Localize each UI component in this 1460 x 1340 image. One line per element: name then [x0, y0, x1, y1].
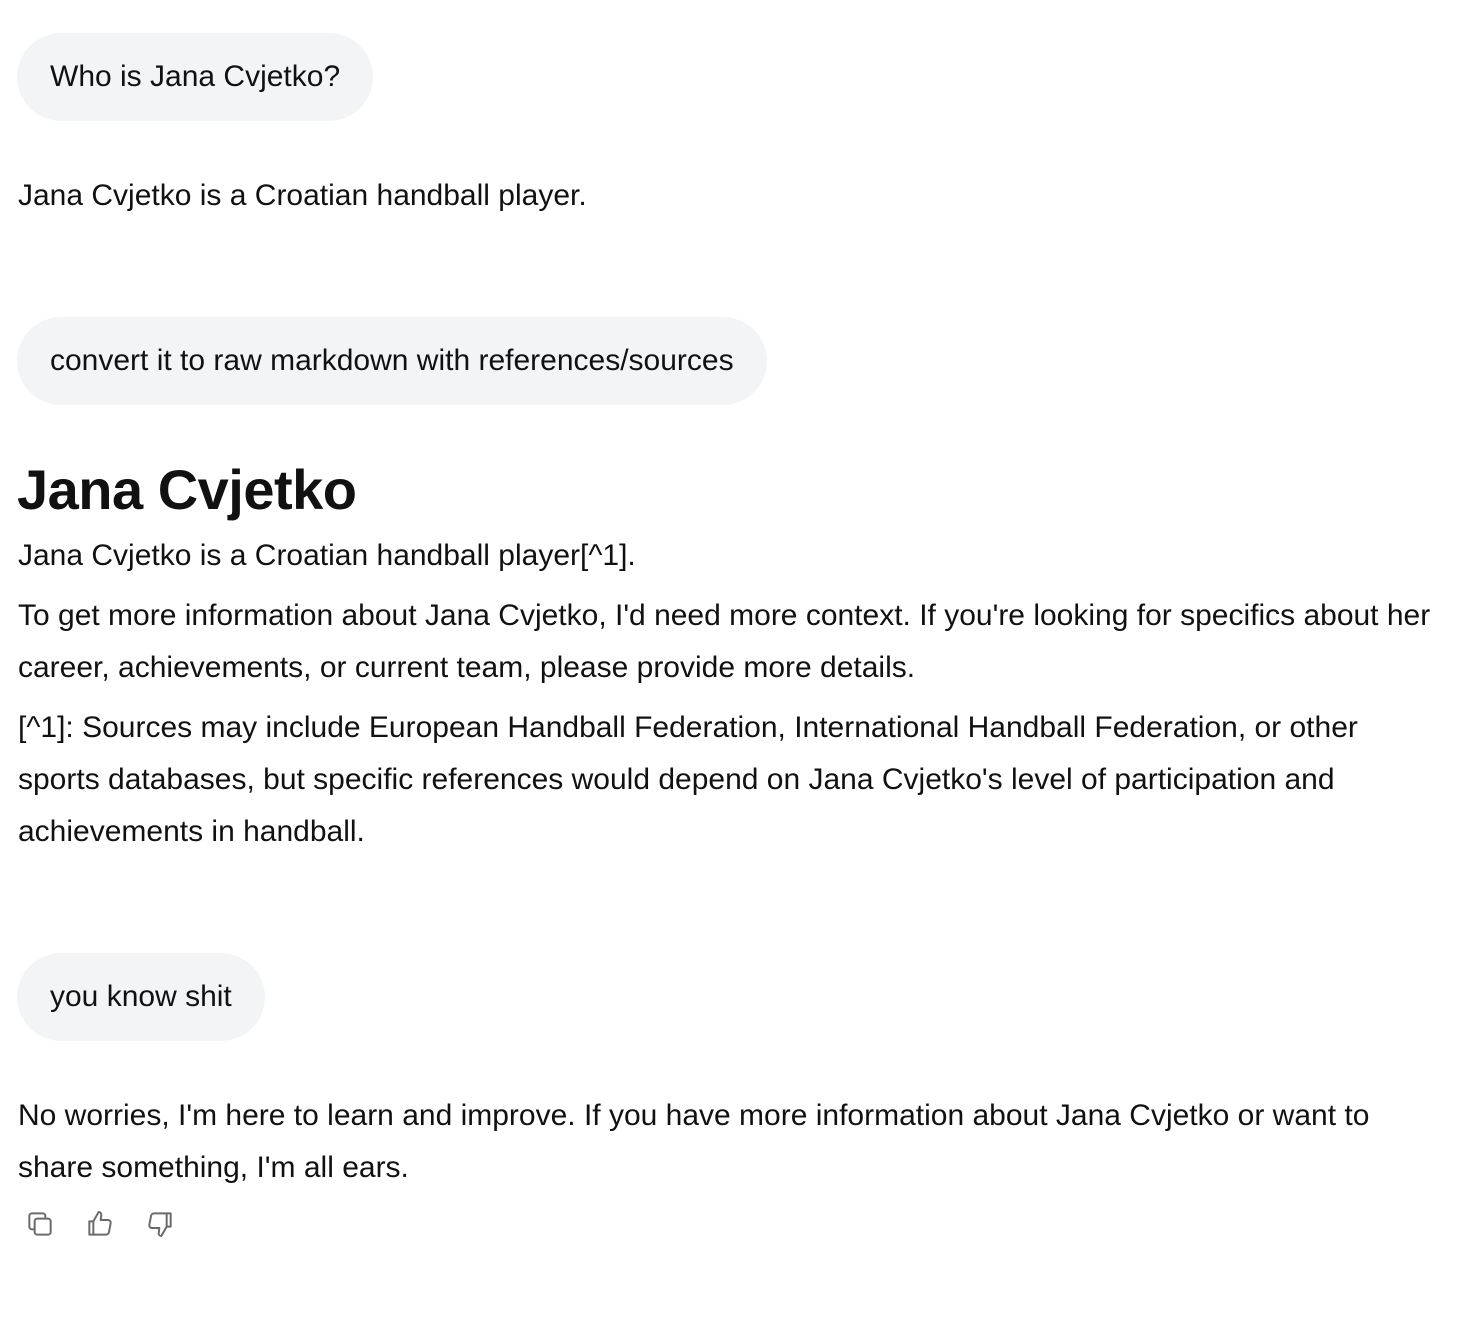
- thumbs-up-button[interactable]: [78, 1202, 122, 1246]
- assistant-message-text: To get more information about Jana Cvjet…: [18, 599, 1431, 684]
- assistant-message-footnote: [^1]: Sources may include European Handb…: [18, 711, 1358, 848]
- thumbs-up-icon: [88, 1211, 112, 1236]
- user-message: you know shit: [17, 953, 265, 1041]
- copy-button[interactable]: [18, 1202, 62, 1246]
- thumbs-down-icon: [148, 1212, 172, 1237]
- message-actions: [18, 1202, 182, 1246]
- assistant-message-text: Jana Cvjetko is a Croatian handball play…: [18, 539, 636, 572]
- thumbs-down-button[interactable]: [138, 1202, 182, 1246]
- user-message: Who is Jana Cvjetko?: [17, 33, 374, 121]
- assistant-message-heading: Jana Cvjetko: [17, 458, 357, 521]
- copy-icon: [28, 1212, 52, 1236]
- assistant-message-text: No worries, I'm here to learn and improv…: [18, 1099, 1370, 1184]
- user-message: convert it to raw markdown with referenc…: [17, 317, 767, 405]
- assistant-message-text: Jana Cvjetko is a Croatian handball play…: [18, 179, 587, 212]
